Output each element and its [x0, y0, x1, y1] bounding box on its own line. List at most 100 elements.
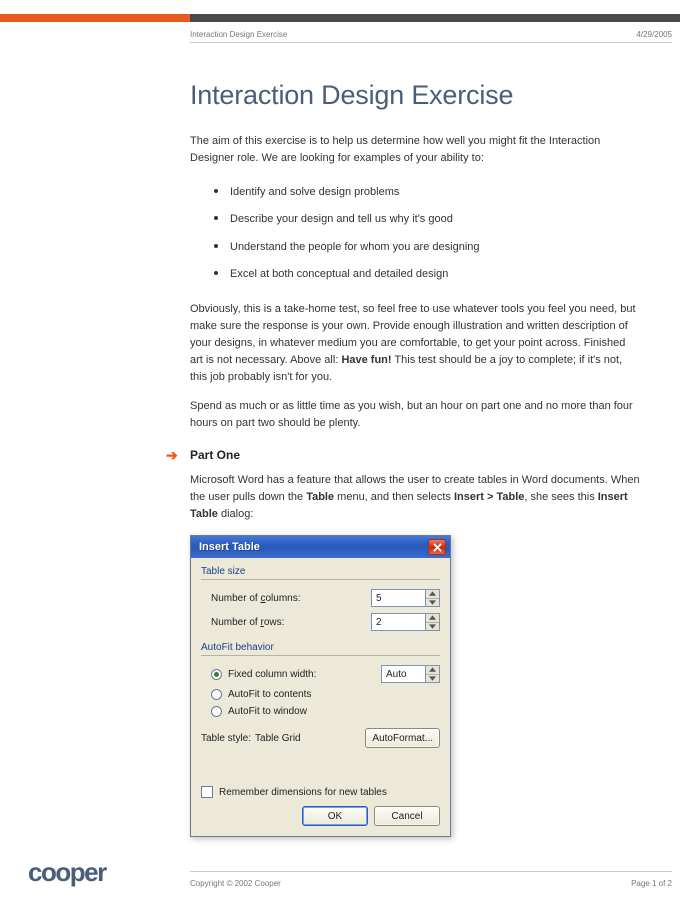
chevron-up-icon [429, 667, 436, 672]
radio-autofit-contents-row[interactable]: AutoFit to contents [201, 686, 440, 703]
list-item: Excel at both conceptual and detailed de… [190, 261, 640, 288]
radio-autofit-window-label: AutoFit to window [228, 706, 440, 717]
radio-autofit-window-row[interactable]: AutoFit to window [201, 703, 440, 720]
dialog-body: Table size Number of columns: 5 Number o… [191, 558, 450, 836]
ok-button[interactable]: OK [302, 806, 368, 826]
paragraph-3: Spend as much or as little time as you w… [190, 398, 640, 432]
footer-rule [190, 871, 672, 872]
fixed-width-input[interactable]: Auto [381, 665, 425, 683]
chevron-down-icon [429, 624, 436, 629]
ability-list: Identify and solve design problems Descr… [190, 179, 640, 289]
spinner-up-button[interactable] [426, 590, 439, 599]
group-label-size: Table size [201, 566, 440, 577]
content-area: Interaction Design Exercise The aim of t… [190, 80, 640, 837]
table-style-row: Table style: Table Grid AutoFormat... [201, 720, 440, 752]
spinner-buttons [425, 665, 440, 683]
radio-autofit-window[interactable] [211, 706, 222, 717]
part-one-heading: Part One [190, 448, 240, 462]
fixed-width-spinner[interactable]: Auto [381, 665, 440, 683]
text-bold: Have fun! [341, 354, 391, 366]
footer-page-number: Page 1 of 2 [631, 879, 672, 888]
dialog-button-row: OK Cancel [201, 806, 440, 826]
part-one-heading-row: ➔ Part One [190, 446, 640, 464]
top-accent-gray [190, 14, 680, 22]
columns-label: Number of columns: [211, 593, 371, 604]
text: Auto [228, 689, 249, 700]
spinner-down-button[interactable] [426, 675, 439, 683]
chevron-up-icon [429, 615, 436, 620]
radio-fixed-width-row[interactable]: Fixed column width: Auto [201, 662, 440, 686]
spinner-up-button[interactable] [426, 666, 439, 675]
text: AutoFit to win [228, 706, 289, 717]
columns-spinner[interactable]: 5 [371, 589, 440, 607]
text-bold: Insert > Table [454, 491, 524, 503]
autoformat-button[interactable]: AutoFormat... [365, 728, 440, 748]
arrow-right-icon: ➔ [166, 447, 178, 464]
group-label-autofit: AutoFit behavior [201, 642, 440, 653]
chevron-down-icon [429, 600, 436, 605]
text: Fixed column [228, 669, 290, 680]
list-item: Identify and solve design problems [190, 179, 640, 206]
footer-copyright: Copyright © 2002 Cooper [190, 879, 281, 888]
header-date: 4/29/2005 [636, 30, 672, 39]
table-style-label: Table style: [201, 733, 251, 744]
columns-input[interactable]: 5 [371, 589, 425, 607]
radio-fixed-width-label: Fixed column width: [228, 669, 381, 680]
spinner-up-button[interactable] [426, 614, 439, 623]
text: Number of [211, 617, 260, 628]
rows-row: Number of rows: 2 [201, 610, 440, 634]
page-footer: Copyright © 2002 Cooper Page 1 of 2 [190, 879, 672, 888]
text: Remember dimen [219, 787, 298, 798]
table-style-value: Table Grid [255, 733, 365, 744]
cancel-button[interactable]: Cancel [374, 806, 440, 826]
radio-fixed-width[interactable] [211, 669, 222, 680]
paragraph-2: Obviously, this is a take-home test, so … [190, 301, 640, 386]
text: olumns: [265, 593, 300, 604]
rows-input[interactable]: 2 [371, 613, 425, 631]
page-title: Interaction Design Exercise [190, 80, 640, 111]
radio-autofit-contents-label: AutoFit to contents [228, 689, 440, 700]
part-one-paragraph: Microsoft Word has a feature that allows… [190, 472, 640, 523]
text: , she sees this [524, 491, 597, 503]
remember-dimensions-checkbox[interactable] [201, 786, 213, 798]
text: ows: [264, 617, 285, 628]
page-header: Interaction Design Exercise 4/29/2005 [190, 30, 672, 39]
group-rule [201, 655, 440, 656]
chevron-down-icon [429, 676, 436, 681]
text: Number of [211, 593, 260, 604]
insert-table-dialog: Insert Table Table size Number of column… [190, 535, 451, 837]
text-bold: Table [306, 491, 334, 503]
close-button[interactable] [428, 539, 446, 555]
rows-label: Number of rows: [211, 617, 371, 628]
header-doc-title: Interaction Design Exercise [190, 30, 287, 39]
list-item: Describe your design and tell us why it'… [190, 206, 640, 233]
cooper-logo: cooper [28, 857, 106, 888]
chevron-up-icon [429, 591, 436, 596]
text: dialog: [218, 508, 253, 520]
top-accent-orange [0, 14, 190, 22]
spinner-down-button[interactable] [426, 623, 439, 631]
text-underline: A [372, 733, 379, 744]
radio-autofit-contents[interactable] [211, 689, 222, 700]
remember-dimensions-row[interactable]: Remember dimensions for new tables [201, 786, 440, 798]
spinner-buttons [425, 589, 440, 607]
header-rule [190, 42, 672, 43]
text: ions for new tables [303, 787, 386, 798]
intro-paragraph: The aim of this exercise is to help us d… [190, 133, 640, 167]
text: menu, and then selects [334, 491, 454, 503]
text: utoFormat... [379, 733, 433, 744]
group-rule [201, 579, 440, 580]
columns-row: Number of columns: 5 [201, 586, 440, 610]
remember-dimensions-label: Remember dimensions for new tables [219, 787, 387, 798]
dialog-title: Insert Table [199, 541, 428, 553]
close-icon [433, 543, 442, 552]
list-item: Understand the people for whom you are d… [190, 234, 640, 261]
text: idth: [297, 669, 316, 680]
text: ow [294, 706, 307, 717]
text: it to contents [255, 689, 312, 700]
rows-spinner[interactable]: 2 [371, 613, 440, 631]
dialog-titlebar[interactable]: Insert Table [191, 536, 450, 558]
dialog-screenshot: Insert Table Table size Number of column… [190, 535, 640, 837]
spinner-down-button[interactable] [426, 599, 439, 607]
spinner-buttons [425, 613, 440, 631]
